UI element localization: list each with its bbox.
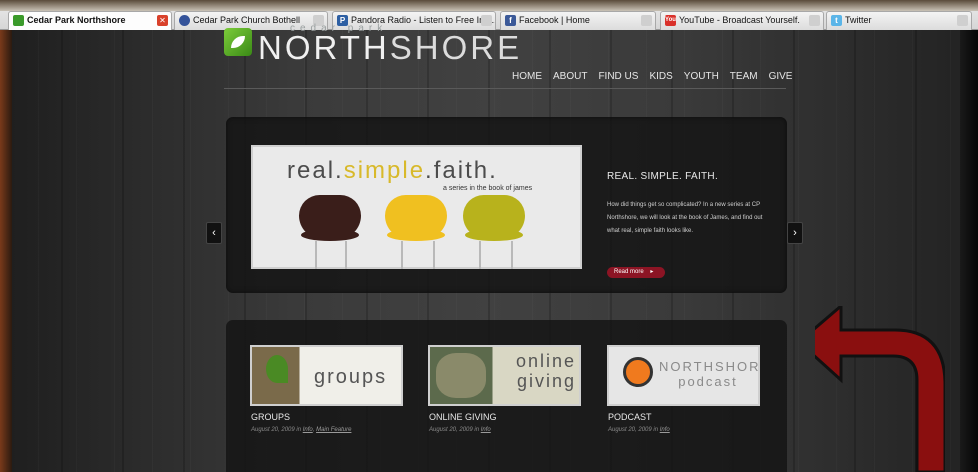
read-more-button[interactable]: Read more ▸ bbox=[607, 267, 665, 278]
nav-youth[interactable]: YOUTH bbox=[684, 71, 719, 82]
podcast-thumb-text: NORTHSHORE podcast bbox=[659, 359, 760, 389]
nav-about[interactable]: ABOUT bbox=[553, 71, 587, 82]
window-edge-left bbox=[0, 30, 12, 472]
slide-heading: REAL. SIMPLE. FAITH. bbox=[607, 171, 719, 182]
chair-leg bbox=[401, 241, 403, 269]
tab-label: Cedar Park Northshore bbox=[27, 15, 126, 25]
chevron-right-icon: › bbox=[793, 227, 797, 239]
close-tab-icon[interactable] bbox=[957, 15, 968, 26]
window-title-edge bbox=[0, 0, 978, 11]
site-logo[interactable]: NORTHSHORE bbox=[258, 31, 522, 65]
slide-image-title: real.simple.faith. bbox=[287, 157, 498, 185]
slider-next-button[interactable]: › bbox=[787, 222, 803, 244]
chevron-left-icon: ‹ bbox=[212, 227, 216, 239]
post-date: August 20, 2009 in bbox=[608, 427, 659, 433]
slide-title-part-faith: .faith. bbox=[425, 157, 498, 184]
post-date: August 20, 2009 in bbox=[429, 427, 480, 433]
chair-leg bbox=[511, 241, 513, 269]
olive-chair-icon bbox=[463, 195, 525, 241]
brown-chair-icon bbox=[299, 195, 361, 241]
nav-team[interactable]: TEAM bbox=[730, 71, 758, 82]
logo-main-thin: SHORE bbox=[389, 29, 523, 66]
slide-title-part-real: real. bbox=[287, 157, 344, 184]
tab-cedar-park-northshore[interactable]: Cedar Park Northshore ✕ bbox=[8, 11, 172, 30]
groups-meta: August 20, 2009 in Info, Main Feature bbox=[251, 427, 352, 433]
close-tab-icon[interactable] bbox=[481, 15, 492, 26]
globe-icon bbox=[179, 15, 190, 26]
tab-label: Facebook | Home bbox=[519, 15, 590, 25]
sprout-icon bbox=[266, 355, 288, 383]
window-edge-right bbox=[960, 30, 978, 472]
online-giving-thumb-text: online giving bbox=[515, 351, 576, 391]
green-leaf-icon bbox=[13, 15, 24, 26]
nav-give[interactable]: GIVE bbox=[769, 71, 793, 82]
slide-image-real-simple-faith[interactable]: real.simple.faith. a series in the book … bbox=[251, 145, 582, 269]
tag-link-info[interactable]: Info bbox=[481, 427, 491, 433]
dollar-bill-icon bbox=[436, 353, 486, 398]
online-giving-meta: August 20, 2009 in Info bbox=[429, 427, 491, 433]
tab-facebook[interactable]: f Facebook | Home bbox=[500, 11, 656, 30]
slide-image-subtitle: a series in the book of james bbox=[443, 185, 533, 192]
nav-divider bbox=[224, 88, 786, 89]
podcast-title[interactable]: PODCAST bbox=[608, 412, 652, 422]
chair-leg bbox=[479, 241, 481, 269]
tab-twitter[interactable]: t Twitter bbox=[826, 11, 972, 30]
slide-description: How did things get so complicated? In a … bbox=[607, 202, 763, 234]
online-giving-title[interactable]: ONLINE GIVING bbox=[429, 412, 497, 422]
nav-find-us[interactable]: FIND US bbox=[598, 71, 638, 82]
facebook-icon: f bbox=[505, 15, 516, 26]
podcast-thumbnail[interactable]: NORTHSHORE podcast bbox=[607, 345, 760, 406]
chair-leg bbox=[315, 241, 317, 269]
close-tab-icon[interactable] bbox=[809, 15, 820, 26]
slide-title-part-simple: simple bbox=[343, 157, 426, 184]
tab-label: Twitter bbox=[845, 15, 872, 25]
close-tab-icon[interactable]: ✕ bbox=[157, 15, 168, 26]
nav-home[interactable]: HOME bbox=[512, 71, 542, 82]
northshore-leaf-logo-icon[interactable] bbox=[224, 28, 252, 56]
arrow-right-icon: ▸ bbox=[650, 269, 654, 275]
chair-leg bbox=[345, 241, 347, 269]
main-nav: HOME ABOUT FIND US KIDS YOUTH TEAM GIVE bbox=[512, 71, 792, 82]
tab-label: YouTube - Broadcast Yourself. bbox=[679, 15, 800, 25]
chair-leg bbox=[433, 241, 435, 269]
tab-label: Cedar Park Church Bothell bbox=[193, 15, 301, 25]
groups-thumbnail[interactable]: groups bbox=[250, 345, 403, 406]
red-curved-arrow-icon bbox=[815, 306, 945, 472]
nav-kids[interactable]: KIDS bbox=[649, 71, 672, 82]
slider-prev-button[interactable]: ‹ bbox=[206, 222, 222, 244]
tag-link-info[interactable]: Info bbox=[303, 427, 313, 433]
tag-link-info[interactable]: Info bbox=[660, 427, 670, 433]
groups-title[interactable]: GROUPS bbox=[251, 412, 290, 422]
twitter-icon: t bbox=[831, 15, 842, 26]
tag-link-main-feature[interactable]: Main Feature bbox=[316, 427, 351, 433]
podcast-meta: August 20, 2009 in Info bbox=[608, 427, 670, 433]
youtube-icon: You bbox=[665, 15, 676, 26]
yellow-chair-icon bbox=[385, 195, 447, 241]
online-giving-thumbnail[interactable]: online giving bbox=[428, 345, 581, 406]
read-more-label: Read more bbox=[614, 269, 644, 275]
tab-youtube[interactable]: You YouTube - Broadcast Yourself. bbox=[660, 11, 824, 30]
browser-tab-strip: Cedar Park Northshore ✕ Cedar Park Churc… bbox=[0, 0, 978, 30]
headphones-rss-icon bbox=[623, 357, 653, 387]
post-date: August 20, 2009 in bbox=[251, 427, 302, 433]
logo-main-bold: NORTH bbox=[258, 29, 390, 66]
close-tab-icon[interactable] bbox=[641, 15, 652, 26]
groups-thumb-text: groups bbox=[314, 366, 388, 388]
